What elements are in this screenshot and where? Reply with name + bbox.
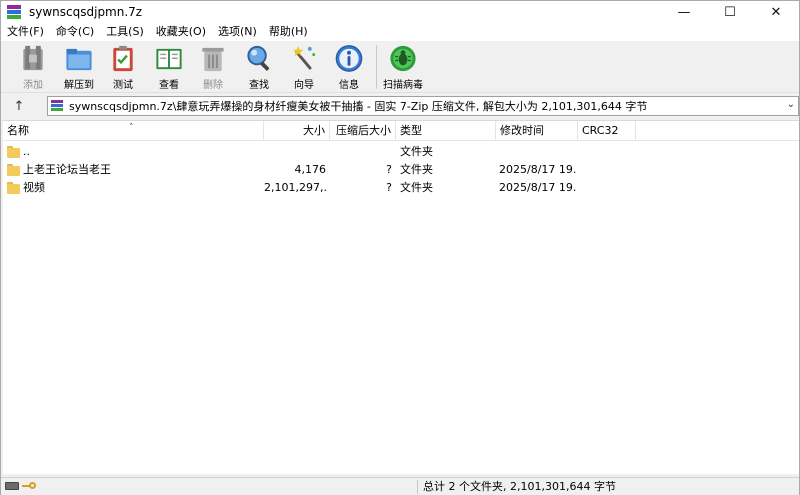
view-button[interactable]: 查看 (147, 43, 191, 91)
extract-folder-icon (66, 48, 92, 71)
find-magnifier-icon (247, 45, 270, 71)
virus-scan-bug-icon (390, 45, 416, 72)
close-button[interactable]: ✕ (753, 1, 799, 23)
minimize-button[interactable]: — (661, 1, 707, 23)
folder-icon (7, 182, 20, 194)
file-size: 2,101,297,... (264, 181, 326, 194)
view-book-icon (156, 48, 182, 70)
file-packed-size (330, 143, 392, 161)
wizard-button[interactable]: 向导 (282, 43, 326, 91)
list-item-parent[interactable]: .. 文件夹 (3, 143, 799, 161)
title-bar: sywnscqsdjpmn.7z — ☐ ✕ (1, 1, 799, 23)
folder-icon (7, 164, 20, 176)
scan-virus-button[interactable]: 扫描病毒 (381, 43, 425, 91)
file-modified (499, 143, 577, 161)
path-field[interactable]: sywnscqsdjpmn.7z\肆意玩弄爆操的身材纤瘦美女被干抽搐 - 固实 … (47, 96, 799, 116)
file-name: 视频 (23, 181, 45, 194)
file-type: 文件夹 (400, 181, 433, 194)
test-button[interactable]: 测试 (101, 43, 145, 91)
column-crc-header[interactable]: CRC32 (578, 121, 636, 141)
extract-button[interactable]: 解压到 (57, 43, 101, 91)
menu-help[interactable]: 帮助(H) (263, 23, 314, 41)
menu-file[interactable]: 文件(F) (1, 23, 50, 41)
menu-favorites[interactable]: 收藏夹(O) (150, 23, 212, 41)
status-bar: 总计 2 个文件夹, 2,101,301,644 字节 (1, 477, 799, 495)
file-modified: 2025/8/17 19... (499, 163, 577, 176)
column-header-row: 名称 ˄ 大小 压缩后大小 类型 修改时间 CRC32 (3, 121, 799, 141)
maximize-button[interactable]: ☐ (707, 1, 753, 23)
menu-commands[interactable]: 命令(C) (50, 23, 100, 41)
add-archive-icon (23, 45, 43, 71)
up-arrow-icon[interactable]: ↑ (1, 95, 37, 117)
toolbar-separator (376, 45, 377, 89)
find-button[interactable]: 查找 (237, 43, 281, 91)
file-modified: 2025/8/17 19... (499, 181, 577, 194)
drive-icon[interactable] (5, 482, 19, 490)
view-label: 查看 (159, 80, 179, 91)
file-type: 文件夹 (400, 145, 433, 158)
file-list: 名称 ˄ 大小 压缩后大小 类型 修改时间 CRC32 .. 文件夹 上老王论坛… (3, 120, 799, 474)
address-bar: ↑ sywnscqsdjpmn.7z\肆意玩弄爆操的身材纤瘦美女被干抽搐 - 固… (1, 95, 799, 117)
wizard-wand-icon (292, 45, 316, 70)
extract-label: 解压到 (64, 80, 94, 91)
add-button[interactable]: 添加 (11, 43, 55, 91)
list-item-folder[interactable]: 视频 2,101,297,... ? 文件夹 2025/8/17 19... (3, 179, 799, 197)
test-label: 测试 (113, 80, 133, 91)
test-clipboard-icon (113, 45, 133, 72)
info-icon (335, 45, 363, 72)
info-button[interactable]: 信息 (327, 43, 371, 91)
file-size: 4,176 (294, 163, 327, 176)
path-dropdown-icon[interactable]: ⌄ (787, 99, 795, 110)
status-summary: 总计 2 个文件夹, 2,101,301,644 字节 (423, 480, 616, 493)
menu-bar: 文件(F) 命令(C) 工具(S) 收藏夹(O) 选项(N) 帮助(H) (1, 23, 799, 41)
find-label: 查找 (249, 80, 269, 91)
list-item-folder[interactable]: 上老王论坛当老王 4,176 ? 文件夹 2025/8/17 19... (3, 161, 799, 179)
path-text: sywnscqsdjpmn.7z\肆意玩弄爆操的身材纤瘦美女被干抽搐 - 固实 … (69, 100, 648, 113)
winrar-app-icon (7, 5, 21, 19)
scan-virus-label: 扫描病毒 (383, 80, 423, 91)
column-size-header[interactable]: 大小 (264, 121, 330, 141)
window-controls: — ☐ ✕ (661, 1, 799, 23)
menu-tools[interactable]: 工具(S) (100, 23, 150, 41)
add-label: 添加 (23, 80, 43, 91)
window-title: sywnscqsdjpmn.7z (29, 5, 143, 19)
file-name: .. (23, 145, 30, 158)
column-type-header[interactable]: 类型 (396, 121, 496, 141)
folder-icon (7, 146, 20, 158)
file-size (264, 143, 326, 161)
archive-icon (51, 100, 63, 112)
file-packed-size: ? (386, 181, 392, 194)
column-name-header[interactable]: 名称 ˄ (3, 121, 264, 141)
status-separator (417, 480, 418, 494)
column-modified-header[interactable]: 修改时间 (496, 121, 578, 141)
key-icon[interactable] (22, 481, 36, 491)
menu-options[interactable]: 选项(N) (212, 23, 263, 41)
info-label: 信息 (339, 80, 359, 91)
column-packed-header[interactable]: 压缩后大小 (330, 121, 396, 141)
delete-trash-icon (202, 47, 224, 72)
winrar-window: sywnscqsdjpmn.7z — ☐ ✕ 文件(F) 命令(C) 工具(S)… (0, 0, 800, 495)
wizard-label: 向导 (294, 80, 314, 91)
delete-label: 删除 (203, 80, 223, 91)
file-name: 上老王论坛当老王 (23, 163, 111, 176)
sort-ascending-icon: ˄ (129, 123, 134, 133)
file-rows: .. 文件夹 上老王论坛当老王 4,176 ? 文件夹 2025/8/17 19… (3, 143, 799, 197)
toolbar: 添加 解压到 测试 查看 删除 查找 向导 信息 扫描病毒 (1, 41, 799, 93)
file-type: 文件夹 (400, 163, 433, 176)
status-icons (5, 481, 36, 491)
file-packed-size: ? (386, 163, 392, 176)
delete-button[interactable]: 删除 (191, 43, 235, 91)
